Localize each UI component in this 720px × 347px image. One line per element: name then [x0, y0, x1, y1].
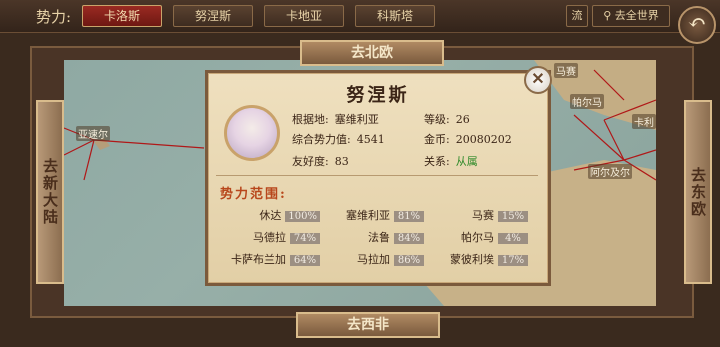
go-east-europe-button[interactable]: 去东欧	[684, 100, 712, 284]
power-value: 4541	[356, 133, 385, 146]
city-label-algiers[interactable]: 阿尔及尔	[588, 164, 632, 179]
go-west-africa-button[interactable]: 去西非	[296, 312, 440, 338]
territory-item: 马赛 15%	[428, 207, 528, 223]
territory-item: 卡萨布兰加 64%	[220, 251, 320, 267]
divider	[216, 175, 538, 176]
scope-title: 势力范围:	[220, 187, 287, 202]
base-label: 根据地:	[292, 113, 329, 126]
world-button[interactable]: ⚲ 去全世界	[592, 5, 670, 27]
faction-info-popup: 努涅斯 根据地: 塞维利亚 等级: 26 综合势力值: 4541 金币: 2008020…	[205, 70, 551, 286]
friendship-value: 83	[334, 155, 349, 168]
go-north-europe-button[interactable]: 去北欧	[300, 40, 444, 66]
relation-row: 关系: 从属	[424, 153, 478, 169]
popup-title: 努涅斯	[346, 85, 410, 106]
territory-item: 塞维利亚 81%	[324, 207, 424, 223]
territory-item: 帕尔马 4%	[428, 229, 528, 245]
territory-item: 马拉加 86%	[324, 251, 424, 267]
close-button[interactable]: ✕	[524, 66, 552, 94]
friendship-label: 友好度:	[292, 155, 329, 168]
territory-item: 马德拉 74%	[220, 229, 320, 245]
power-label: 综合势力值:	[292, 133, 351, 146]
level-row: 等级: 26	[424, 111, 470, 127]
gold-label: 金币:	[424, 133, 450, 146]
avatar	[224, 105, 280, 161]
territory-item: 休达 100%	[220, 207, 320, 223]
back-button[interactable]: ↶	[678, 6, 716, 44]
tab-carlos[interactable]: 卡洛斯	[82, 5, 162, 27]
territory-item: 蒙彼利埃 17%	[428, 251, 528, 267]
territory-item: 法鲁 84%	[324, 229, 424, 245]
tab-costa[interactable]: 科斯塔	[355, 5, 435, 27]
tab-cartier[interactable]: 卡地亚	[264, 5, 344, 27]
faction-label: 势力:	[36, 8, 72, 26]
gold-row: 金币: 20080202	[424, 131, 512, 147]
base-row: 根据地: 塞维利亚	[292, 111, 379, 127]
level-value: 26	[455, 113, 470, 126]
go-new-world-button[interactable]: 去新大陆	[36, 100, 64, 284]
city-label-palma[interactable]: 帕尔马	[570, 94, 604, 109]
friendship-row: 友好度: 83	[292, 153, 349, 169]
top-bar: 势力: 卡洛斯 努涅斯 卡地亚 科斯塔 流 ⚲ 去全世界	[0, 0, 720, 33]
relation-label: 关系:	[424, 155, 450, 168]
liu-button[interactable]: 流	[566, 5, 588, 27]
city-label-azores[interactable]: 亚速尔	[76, 126, 110, 141]
world-button-label: 去全世界	[614, 9, 659, 22]
tab-nunes[interactable]: 努涅斯	[173, 5, 253, 27]
city-label-marseille[interactable]: 马赛	[554, 63, 578, 78]
power-row: 综合势力值: 4541	[292, 131, 385, 147]
search-icon: ⚲	[603, 9, 612, 22]
level-label: 等级:	[424, 113, 450, 126]
city-label-cali[interactable]: 卡利	[632, 114, 656, 129]
gold-value: 20080202	[455, 133, 512, 146]
relation-value: 从属	[455, 155, 478, 168]
base-value: 塞维利亚	[334, 113, 379, 126]
